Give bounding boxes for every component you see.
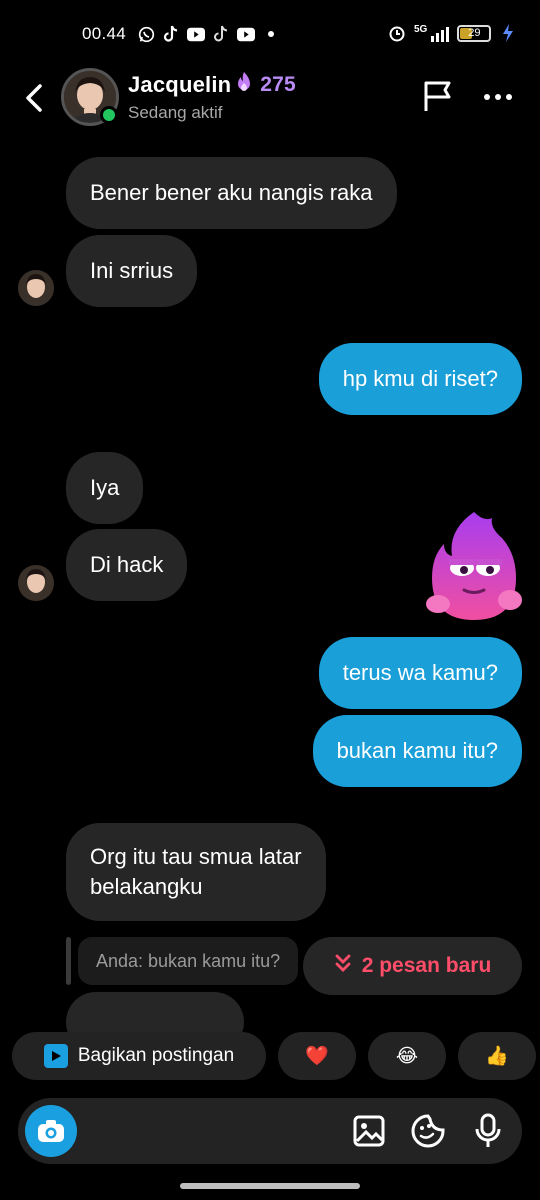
charging-icon bbox=[499, 24, 517, 42]
message-bubble[interactable]: Bener bener aku nangis raka bbox=[66, 157, 397, 229]
quick-reaction-heart[interactable]: ❤️ bbox=[278, 1032, 356, 1080]
message-bubble[interactable]: bukan kamu itu? bbox=[312, 715, 522, 787]
battery-icon: 29 bbox=[457, 24, 492, 42]
camera-icon bbox=[38, 1120, 64, 1142]
avatar[interactable] bbox=[18, 270, 54, 306]
more-options-button[interactable] bbox=[480, 82, 516, 112]
battery-level: 29 bbox=[468, 27, 481, 39]
whatsapp-icon bbox=[137, 25, 155, 43]
contact-name-text: Jacquelin bbox=[128, 72, 232, 97]
message-line: belakangku bbox=[90, 874, 203, 899]
double-chevron-down-icon bbox=[334, 953, 352, 979]
tiktok-icon bbox=[212, 25, 230, 43]
tiktok-icon bbox=[162, 25, 180, 43]
play-share-icon bbox=[43, 1044, 68, 1068]
youtube-icon bbox=[187, 25, 206, 43]
message-bubble[interactable]: hp kmu di riset? bbox=[318, 343, 522, 415]
message-bubble[interactable]: terus wa kamu? bbox=[318, 637, 522, 709]
status-bar: 00.44 5G 29 bbox=[0, 0, 540, 68]
message-composer[interactable] bbox=[18, 1098, 522, 1164]
avatar[interactable] bbox=[18, 565, 54, 601]
message-bubble[interactable]: Di hack bbox=[66, 529, 188, 601]
quick-reaction-laugh[interactable]: 😂 bbox=[368, 1032, 446, 1080]
quick-reaction-thumbs-up[interactable]: 👍 bbox=[458, 1032, 536, 1080]
online-indicator bbox=[100, 106, 118, 124]
share-post-label: Bagikan postingan bbox=[77, 1045, 235, 1066]
flame-icon bbox=[235, 71, 253, 99]
camera-button[interactable] bbox=[25, 1105, 77, 1157]
alarm-icon bbox=[388, 24, 406, 42]
active-status: Sedang aktif bbox=[128, 103, 223, 122]
youtube-icon bbox=[237, 25, 256, 43]
dot-icon bbox=[262, 25, 280, 43]
sticker-icon[interactable] bbox=[408, 1111, 448, 1151]
microphone-icon[interactable] bbox=[468, 1111, 508, 1151]
network-label: 5G bbox=[414, 24, 428, 35]
reply-indicator-bar bbox=[66, 937, 71, 985]
message-bubble[interactable]: Ini srrius bbox=[66, 235, 198, 307]
message-bubble[interactable]: Org itu tau smua latar belakangku bbox=[66, 823, 326, 921]
back-button[interactable] bbox=[18, 78, 54, 118]
message-bubble[interactable]: Iya bbox=[66, 452, 144, 524]
signal-icon: 5G bbox=[414, 24, 450, 42]
home-indicator[interactable] bbox=[180, 1183, 360, 1189]
report-flag-button[interactable] bbox=[420, 78, 456, 114]
contact-name[interactable]: Jacquelin 275 bbox=[128, 71, 296, 99]
new-messages-label: 2 pesan baru bbox=[361, 954, 492, 977]
gallery-icon[interactable] bbox=[349, 1111, 389, 1151]
new-messages-button[interactable]: 2 pesan baru bbox=[303, 937, 522, 995]
share-post-button[interactable]: Bagikan postingan bbox=[12, 1032, 266, 1080]
chat-header: Jacquelin 275 Sedang aktif bbox=[0, 68, 540, 148]
message-line: Org itu tau smua latar bbox=[90, 844, 302, 869]
clock: 00.44 bbox=[82, 24, 127, 43]
reply-quote[interactable]: Anda: bukan kamu itu? bbox=[78, 937, 299, 985]
streak-count: 275 bbox=[260, 73, 296, 96]
sticker-flame-character[interactable] bbox=[424, 508, 524, 624]
